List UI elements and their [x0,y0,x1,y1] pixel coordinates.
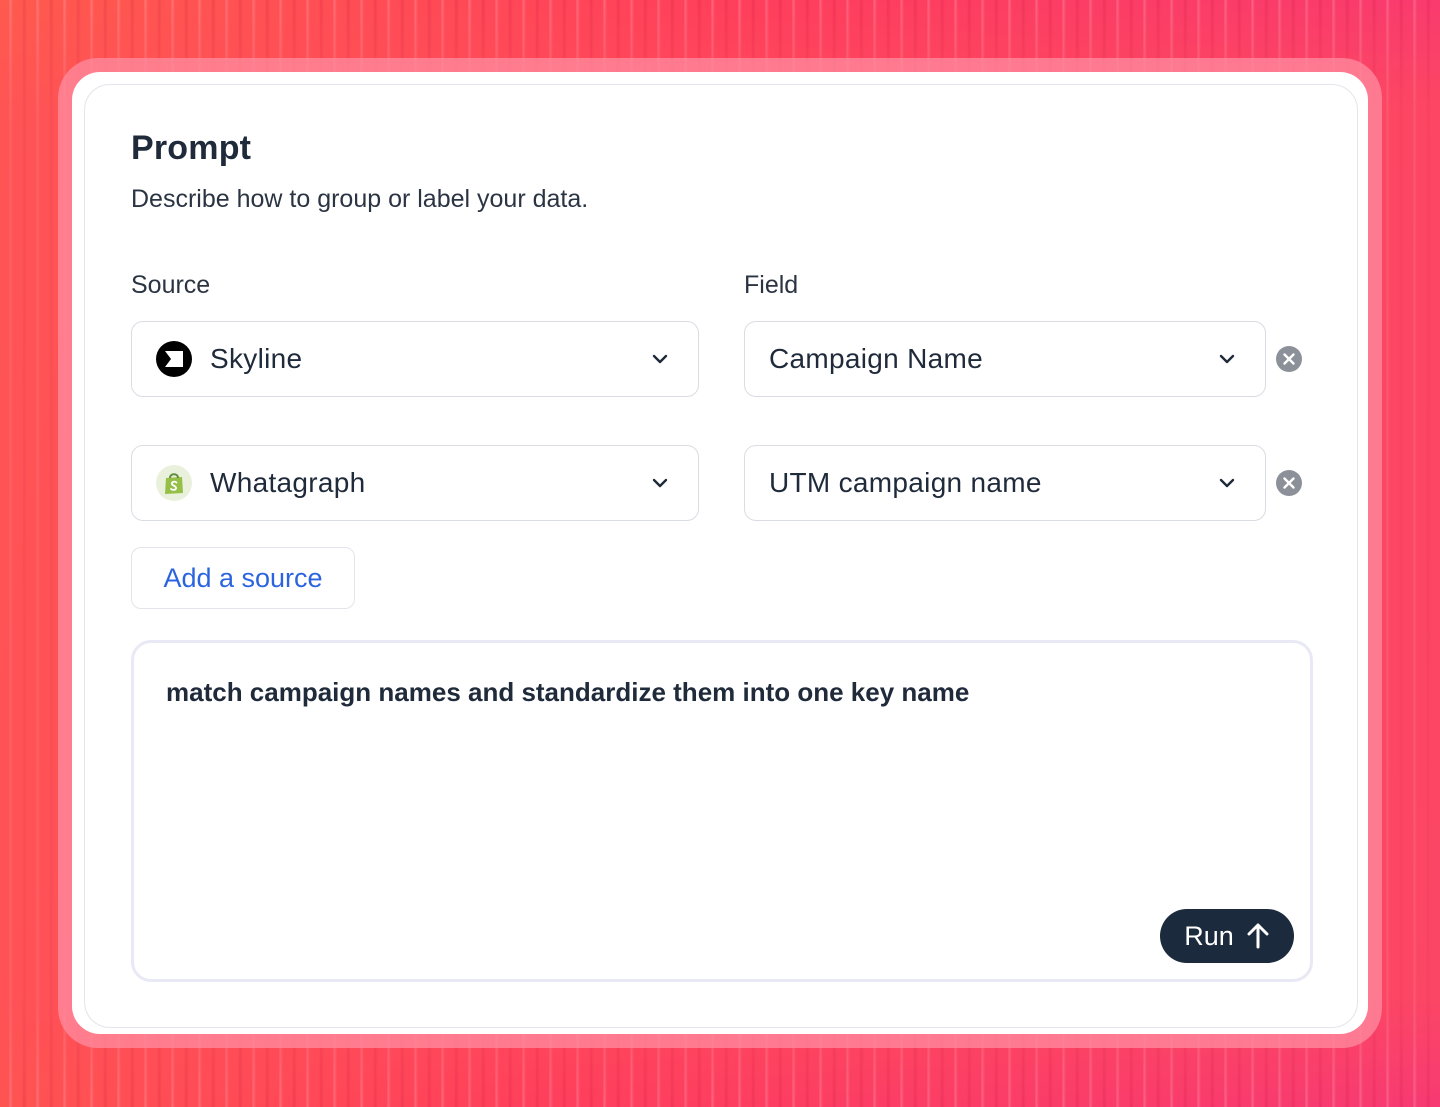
field-select-value: Campaign Name [769,343,983,374]
page-title: Prompt [131,129,252,167]
source-select-value: Skyline [210,343,303,374]
source-label: Source [131,271,211,299]
page-subtitle: Describe how to group or label your data… [131,185,589,213]
prompt-text: match campaign names and standardize the… [166,677,970,707]
field-select-campaign-name[interactable]: Campaign Name [744,321,1266,397]
remove-row-2-icon[interactable] [1275,469,1303,497]
skyline-logo-icon [156,341,192,377]
shopping-bag-logo-icon [156,465,192,501]
run-button[interactable]: Run [1160,909,1294,963]
add-source-button[interactable]: Add a source [131,547,355,609]
chevron-down-icon [652,354,668,364]
source-select-value: Whatagraph [210,467,366,498]
run-button-label: Run [1184,920,1234,951]
prompt-card: Prompt Describe how to group or label yo… [84,84,1358,1028]
chevron-down-icon [1219,354,1235,364]
field-select-utm-campaign-name[interactable]: UTM campaign name [744,445,1266,521]
source-select-skyline[interactable]: Skyline [131,321,699,397]
field-select-value: UTM campaign name [769,467,1042,498]
chevron-down-icon [1219,478,1235,488]
prompt-textarea[interactable]: match campaign names and standardize the… [131,640,1313,982]
arrow-up-icon [1247,923,1269,949]
field-label: Field [744,271,799,299]
chevron-down-icon [652,478,668,488]
source-select-whatagraph[interactable]: Whatagraph [131,445,699,521]
remove-row-1-icon[interactable] [1275,345,1303,373]
